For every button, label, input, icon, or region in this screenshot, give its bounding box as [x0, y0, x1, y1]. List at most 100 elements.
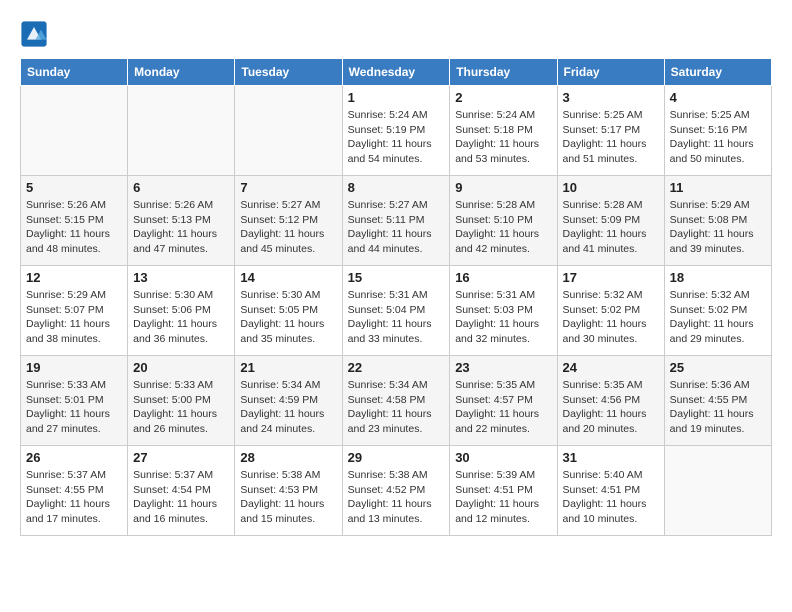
week-row-1: 1 Sunrise: 5:24 AMSunset: 5:19 PMDaylight… [21, 86, 772, 176]
day-info: Sunrise: 5:27 AMSunset: 5:12 PMDaylight:… [240, 198, 336, 257]
calendar-cell [235, 86, 342, 176]
day-info: Sunrise: 5:35 AMSunset: 4:56 PMDaylight:… [563, 378, 659, 437]
day-number: 13 [133, 270, 229, 285]
day-info: Sunrise: 5:26 AMSunset: 5:13 PMDaylight:… [133, 198, 229, 257]
day-number: 2 [455, 90, 551, 105]
day-info: Sunrise: 5:32 AMSunset: 5:02 PMDaylight:… [670, 288, 766, 347]
weekday-header-monday: Monday [128, 59, 235, 86]
calendar-cell: 5 Sunrise: 5:26 AMSunset: 5:15 PMDaylight… [21, 176, 128, 266]
day-number: 7 [240, 180, 336, 195]
weekday-header-row: SundayMondayTuesdayWednesdayThursdayFrid… [21, 59, 772, 86]
day-number: 21 [240, 360, 336, 375]
day-number: 9 [455, 180, 551, 195]
day-number: 29 [348, 450, 445, 465]
calendar-body: 1 Sunrise: 5:24 AMSunset: 5:19 PMDaylight… [21, 86, 772, 536]
day-info: Sunrise: 5:40 AMSunset: 4:51 PMDaylight:… [563, 468, 659, 527]
day-info: Sunrise: 5:34 AMSunset: 4:59 PMDaylight:… [240, 378, 336, 437]
calendar-cell: 28Sunrise: 5:38 AMSunset: 4:53 PMDayligh… [235, 446, 342, 536]
calendar-cell: 31 Sunrise: 5:40 AMSunset: 4:51 PMDayligh… [557, 446, 664, 536]
calendar-cell: 27Sunrise: 5:37 AMSunset: 4:54 PMDayligh… [128, 446, 235, 536]
calendar-cell: 9 Sunrise: 5:28 AMSunset: 5:10 PMDaylight… [450, 176, 557, 266]
day-info: Sunrise: 5:25 AMSunset: 5:16 PMDaylight:… [670, 108, 766, 167]
day-number: 31 [563, 450, 659, 465]
calendar-cell: 1 Sunrise: 5:24 AMSunset: 5:19 PMDaylight… [342, 86, 450, 176]
day-info: Sunrise: 5:35 AMSunset: 4:57 PMDaylight:… [455, 378, 551, 437]
calendar-cell: 10Sunrise: 5:28 AMSunset: 5:09 PMDayligh… [557, 176, 664, 266]
day-number: 4 [670, 90, 766, 105]
calendar-cell: 14Sunrise: 5:30 AMSunset: 5:05 PMDayligh… [235, 266, 342, 356]
day-number: 26 [26, 450, 122, 465]
calendar-cell: 17 Sunrise: 5:32 AMSunset: 5:02 PMDayligh… [557, 266, 664, 356]
page-header [20, 20, 772, 48]
calendar-cell: 20Sunrise: 5:33 AMSunset: 5:00 PMDayligh… [128, 356, 235, 446]
day-number: 19 [26, 360, 122, 375]
calendar-cell: 19 Sunrise: 5:33 AMSunset: 5:01 PMDayligh… [21, 356, 128, 446]
day-number: 5 [26, 180, 122, 195]
calendar-cell: 2 Sunrise: 5:24 AMSunset: 5:18 PMDaylight… [450, 86, 557, 176]
day-number: 11 [670, 180, 766, 195]
day-info: Sunrise: 5:33 AMSunset: 5:01 PMDaylight:… [26, 378, 122, 437]
day-number: 15 [348, 270, 445, 285]
day-info: Sunrise: 5:37 AMSunset: 4:55 PMDaylight:… [26, 468, 122, 527]
day-number: 25 [670, 360, 766, 375]
calendar-cell: 22 Sunrise: 5:34 AMSunset: 4:58 PMDayligh… [342, 356, 450, 446]
day-number: 23 [455, 360, 551, 375]
day-number: 8 [348, 180, 445, 195]
day-info: Sunrise: 5:29 AMSunset: 5:08 PMDaylight:… [670, 198, 766, 257]
weekday-header-tuesday: Tuesday [235, 59, 342, 86]
calendar-cell: 29 Sunrise: 5:38 AMSunset: 4:52 PMDayligh… [342, 446, 450, 536]
week-row-3: 12 Sunrise: 5:29 AMSunset: 5:07 PMDayligh… [21, 266, 772, 356]
week-row-5: 26 Sunrise: 5:37 AMSunset: 4:55 PMDayligh… [21, 446, 772, 536]
day-info: Sunrise: 5:34 AMSunset: 4:58 PMDaylight:… [348, 378, 445, 437]
week-row-4: 19 Sunrise: 5:33 AMSunset: 5:01 PMDayligh… [21, 356, 772, 446]
calendar-cell: 3Sunrise: 5:25 AMSunset: 5:17 PMDaylight… [557, 86, 664, 176]
calendar-cell: 18Sunrise: 5:32 AMSunset: 5:02 PMDayligh… [664, 266, 771, 356]
day-number: 14 [240, 270, 336, 285]
logo-icon [20, 20, 48, 48]
day-info: Sunrise: 5:38 AMSunset: 4:53 PMDaylight:… [240, 468, 336, 527]
calendar-cell: 25Sunrise: 5:36 AMSunset: 4:55 PMDayligh… [664, 356, 771, 446]
calendar-cell: 6 Sunrise: 5:26 AMSunset: 5:13 PMDaylight… [128, 176, 235, 266]
day-number: 3 [563, 90, 659, 105]
day-info: Sunrise: 5:39 AMSunset: 4:51 PMDaylight:… [455, 468, 551, 527]
calendar-cell: 12 Sunrise: 5:29 AMSunset: 5:07 PMDayligh… [21, 266, 128, 356]
calendar-cell: 30 Sunrise: 5:39 AMSunset: 4:51 PMDayligh… [450, 446, 557, 536]
weekday-header-friday: Friday [557, 59, 664, 86]
day-number: 27 [133, 450, 229, 465]
calendar-cell: 13 Sunrise: 5:30 AMSunset: 5:06 PMDayligh… [128, 266, 235, 356]
logo [20, 20, 50, 48]
day-number: 22 [348, 360, 445, 375]
day-info: Sunrise: 5:33 AMSunset: 5:00 PMDaylight:… [133, 378, 229, 437]
day-number: 24 [563, 360, 659, 375]
weekday-header-saturday: Saturday [664, 59, 771, 86]
day-info: Sunrise: 5:24 AMSunset: 5:18 PMDaylight:… [455, 108, 551, 167]
day-info: Sunrise: 5:30 AMSunset: 5:06 PMDaylight:… [133, 288, 229, 347]
calendar-cell [21, 86, 128, 176]
day-info: Sunrise: 5:28 AMSunset: 5:09 PMDaylight:… [563, 198, 659, 257]
day-number: 12 [26, 270, 122, 285]
day-number: 1 [348, 90, 445, 105]
calendar-cell: 24 Sunrise: 5:35 AMSunset: 4:56 PMDayligh… [557, 356, 664, 446]
day-info: Sunrise: 5:28 AMSunset: 5:10 PMDaylight:… [455, 198, 551, 257]
day-info: Sunrise: 5:24 AMSunset: 5:19 PMDaylight:… [348, 108, 445, 167]
calendar-cell: 16 Sunrise: 5:31 AMSunset: 5:03 PMDayligh… [450, 266, 557, 356]
calendar-cell: 7 Sunrise: 5:27 AMSunset: 5:12 PMDaylight… [235, 176, 342, 266]
weekday-header-thursday: Thursday [450, 59, 557, 86]
calendar-cell: 15 Sunrise: 5:31 AMSunset: 5:04 PMDayligh… [342, 266, 450, 356]
calendar-cell: 11 Sunrise: 5:29 AMSunset: 5:08 PMDayligh… [664, 176, 771, 266]
day-info: Sunrise: 5:32 AMSunset: 5:02 PMDaylight:… [563, 288, 659, 347]
day-info: Sunrise: 5:26 AMSunset: 5:15 PMDaylight:… [26, 198, 122, 257]
day-info: Sunrise: 5:31 AMSunset: 5:04 PMDaylight:… [348, 288, 445, 347]
day-number: 16 [455, 270, 551, 285]
calendar-cell: 21 Sunrise: 5:34 AMSunset: 4:59 PMDayligh… [235, 356, 342, 446]
calendar-cell [664, 446, 771, 536]
day-number: 17 [563, 270, 659, 285]
day-info: Sunrise: 5:29 AMSunset: 5:07 PMDaylight:… [26, 288, 122, 347]
day-number: 6 [133, 180, 229, 195]
day-info: Sunrise: 5:38 AMSunset: 4:52 PMDaylight:… [348, 468, 445, 527]
calendar-cell: 26 Sunrise: 5:37 AMSunset: 4:55 PMDayligh… [21, 446, 128, 536]
week-row-2: 5 Sunrise: 5:26 AMSunset: 5:15 PMDaylight… [21, 176, 772, 266]
calendar-cell: 23 Sunrise: 5:35 AMSunset: 4:57 PMDayligh… [450, 356, 557, 446]
day-number: 30 [455, 450, 551, 465]
day-info: Sunrise: 5:31 AMSunset: 5:03 PMDaylight:… [455, 288, 551, 347]
